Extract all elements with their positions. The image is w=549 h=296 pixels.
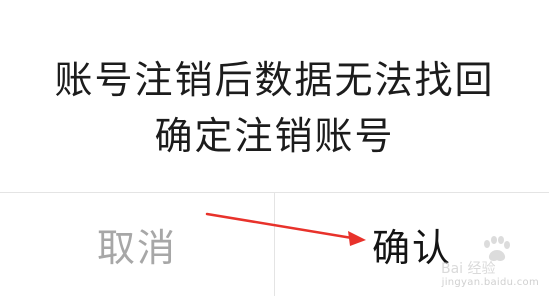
dialog-message-line-1: 账号注销后数据无法找回	[54, 58, 495, 102]
confirm-dialog: 账号注销后数据无法找回 确定注销账号 取消 确认 Bai 经验 jingyan.…	[0, 0, 549, 296]
watermark-logo-text: Bai 经验	[441, 261, 496, 277]
dialog-message-line-2: 确定注销账号	[154, 114, 395, 158]
watermark-url: jingyan.baidu.com	[441, 277, 539, 288]
cancel-button[interactable]: 取消	[0, 193, 274, 296]
dialog-message: 账号注销后数据无法找回 确定注销账号	[0, 52, 549, 164]
baidu-jingyan-watermark: Bai 经验 jingyan.baidu.com	[441, 234, 541, 290]
